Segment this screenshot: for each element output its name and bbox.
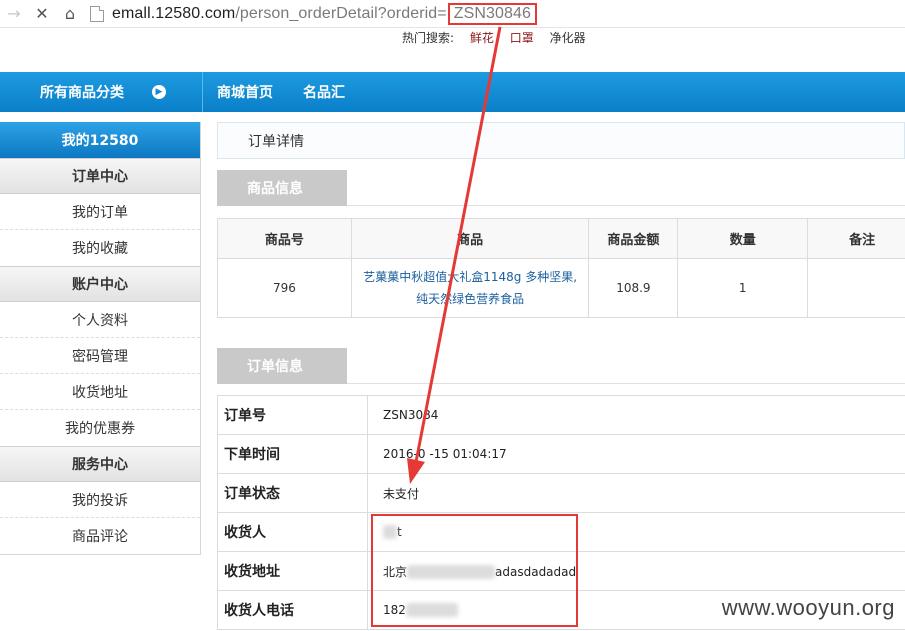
order-label: 订单号 bbox=[217, 395, 368, 435]
product-note bbox=[807, 258, 905, 318]
sidebar-group-header: 账户中心 bbox=[0, 266, 200, 302]
all-categories-label: 所有商品分类 bbox=[40, 85, 124, 101]
hot-search-item[interactable]: 净化器 bbox=[550, 31, 586, 45]
product-quantity: 1 bbox=[677, 258, 809, 318]
column-header: 数量 bbox=[677, 218, 809, 259]
order-label: 收货人 bbox=[217, 512, 368, 552]
hot-search-item[interactable]: 鲜花 bbox=[470, 31, 494, 45]
hot-search-item[interactable]: 口罩 bbox=[510, 31, 534, 45]
page-title: 订单详情 bbox=[217, 122, 905, 159]
highlight-box bbox=[371, 514, 578, 627]
sidebar-item-profile[interactable]: 个人资料 bbox=[0, 302, 200, 338]
hot-search-label: 热门搜索: bbox=[402, 31, 455, 45]
sidebar-item-coupons[interactable]: 我的优惠券 bbox=[0, 410, 200, 446]
url-path: /person_orderDetail?orderid= bbox=[235, 4, 447, 22]
address-bar[interactable]: emall.12580.com/person_orderDetail?order… bbox=[112, 2, 538, 25]
watermark: www.wooyun.org bbox=[721, 595, 895, 620]
nav-link-home[interactable]: 商城首页 bbox=[217, 82, 273, 102]
sidebar-group-header: 服务中心 bbox=[0, 446, 200, 482]
back-arrow-icon[interactable]: → bbox=[0, 0, 28, 28]
product-id: 796 bbox=[217, 258, 352, 318]
column-header: 商品金额 bbox=[588, 218, 679, 259]
url-orderid-highlight: ZSN30846 bbox=[447, 2, 538, 25]
order-time-value: 2016-0 -15 01:04:17 bbox=[367, 434, 905, 474]
table-row: 796 艺菓菓中秋超值大礼盒1148g 多种坚果, 纯天然绿色营养食品 108.… bbox=[217, 258, 905, 318]
product-name-line: 纯天然绿色营养食品 bbox=[416, 292, 525, 306]
page-title-label: 订单详情 bbox=[248, 133, 304, 150]
column-header: 商品号 bbox=[217, 218, 352, 259]
main-nav: 所有商品分类 ▶ 商城首页 名品汇 bbox=[0, 72, 905, 112]
section-tab-order: 订单信息 bbox=[217, 348, 347, 384]
product-name-line: 艺菓菓中秋超值大礼盒1148g 多种坚果, bbox=[363, 270, 578, 284]
table-header-row: 商品号 商品 商品金额 数量 备注 bbox=[217, 218, 905, 259]
section-tab-product: 商品信息 bbox=[217, 170, 347, 206]
hot-search: 热门搜索: 鲜花 口罩 净化器 bbox=[402, 29, 586, 46]
stop-icon[interactable]: ✕ bbox=[28, 0, 56, 28]
sidebar: 我的12580 订单中心 我的订单 我的收藏 账户中心 个人资料 密码管理 收货… bbox=[0, 122, 201, 555]
column-header: 商品 bbox=[350, 218, 590, 259]
sidebar-group-header: 订单中心 bbox=[0, 158, 200, 194]
table-row: 下单时间 2016-0 -15 01:04:17 bbox=[217, 434, 905, 474]
order-label: 收货地址 bbox=[217, 551, 368, 591]
sidebar-item-reviews[interactable]: 商品评论 bbox=[0, 518, 200, 554]
product-name-link[interactable]: 艺菓菓中秋超值大礼盒1148g 多种坚果, 纯天然绿色营养食品 bbox=[352, 266, 589, 310]
browser-toolbar: → ✕ ⌂ emall.12580.com/person_orderDetail… bbox=[0, 0, 905, 28]
sidebar-item-address[interactable]: 收货地址 bbox=[0, 374, 200, 410]
order-label: 下单时间 bbox=[217, 434, 368, 474]
order-label: 订单状态 bbox=[217, 473, 368, 513]
sidebar-item-favorites[interactable]: 我的收藏 bbox=[0, 230, 200, 266]
product-amount: 108.9 bbox=[588, 258, 679, 318]
sidebar-title[interactable]: 我的12580 bbox=[0, 122, 200, 158]
table-row: 订单号 ZSN3084 bbox=[217, 395, 905, 435]
sidebar-item-password[interactable]: 密码管理 bbox=[0, 338, 200, 374]
chevron-right-icon: ▶ bbox=[152, 85, 166, 99]
product-name-cell: 艺菓菓中秋超值大礼盒1148g 多种坚果, 纯天然绿色营养食品 bbox=[350, 258, 590, 318]
sidebar-item-my-orders[interactable]: 我的订单 bbox=[0, 194, 200, 230]
divider bbox=[347, 383, 905, 384]
all-categories-button[interactable]: 所有商品分类 ▶ bbox=[0, 72, 203, 112]
url-domain: emall.12580.com bbox=[112, 4, 236, 22]
divider bbox=[347, 205, 905, 206]
product-table: 商品号 商品 商品金额 数量 备注 796 艺菓菓中秋超值大礼盒1148g 多种… bbox=[217, 218, 905, 318]
order-id-value: ZSN3084 bbox=[367, 395, 905, 435]
page-icon bbox=[90, 5, 104, 22]
nav-link-brands[interactable]: 名品汇 bbox=[303, 82, 345, 102]
home-icon[interactable]: ⌂ bbox=[56, 0, 84, 28]
column-header: 备注 bbox=[807, 218, 905, 259]
order-status-value: 未支付 bbox=[367, 473, 905, 513]
table-row: 订单状态 未支付 bbox=[217, 473, 905, 513]
sidebar-item-complaints[interactable]: 我的投诉 bbox=[0, 482, 200, 518]
order-label: 收货人电话 bbox=[217, 590, 368, 630]
